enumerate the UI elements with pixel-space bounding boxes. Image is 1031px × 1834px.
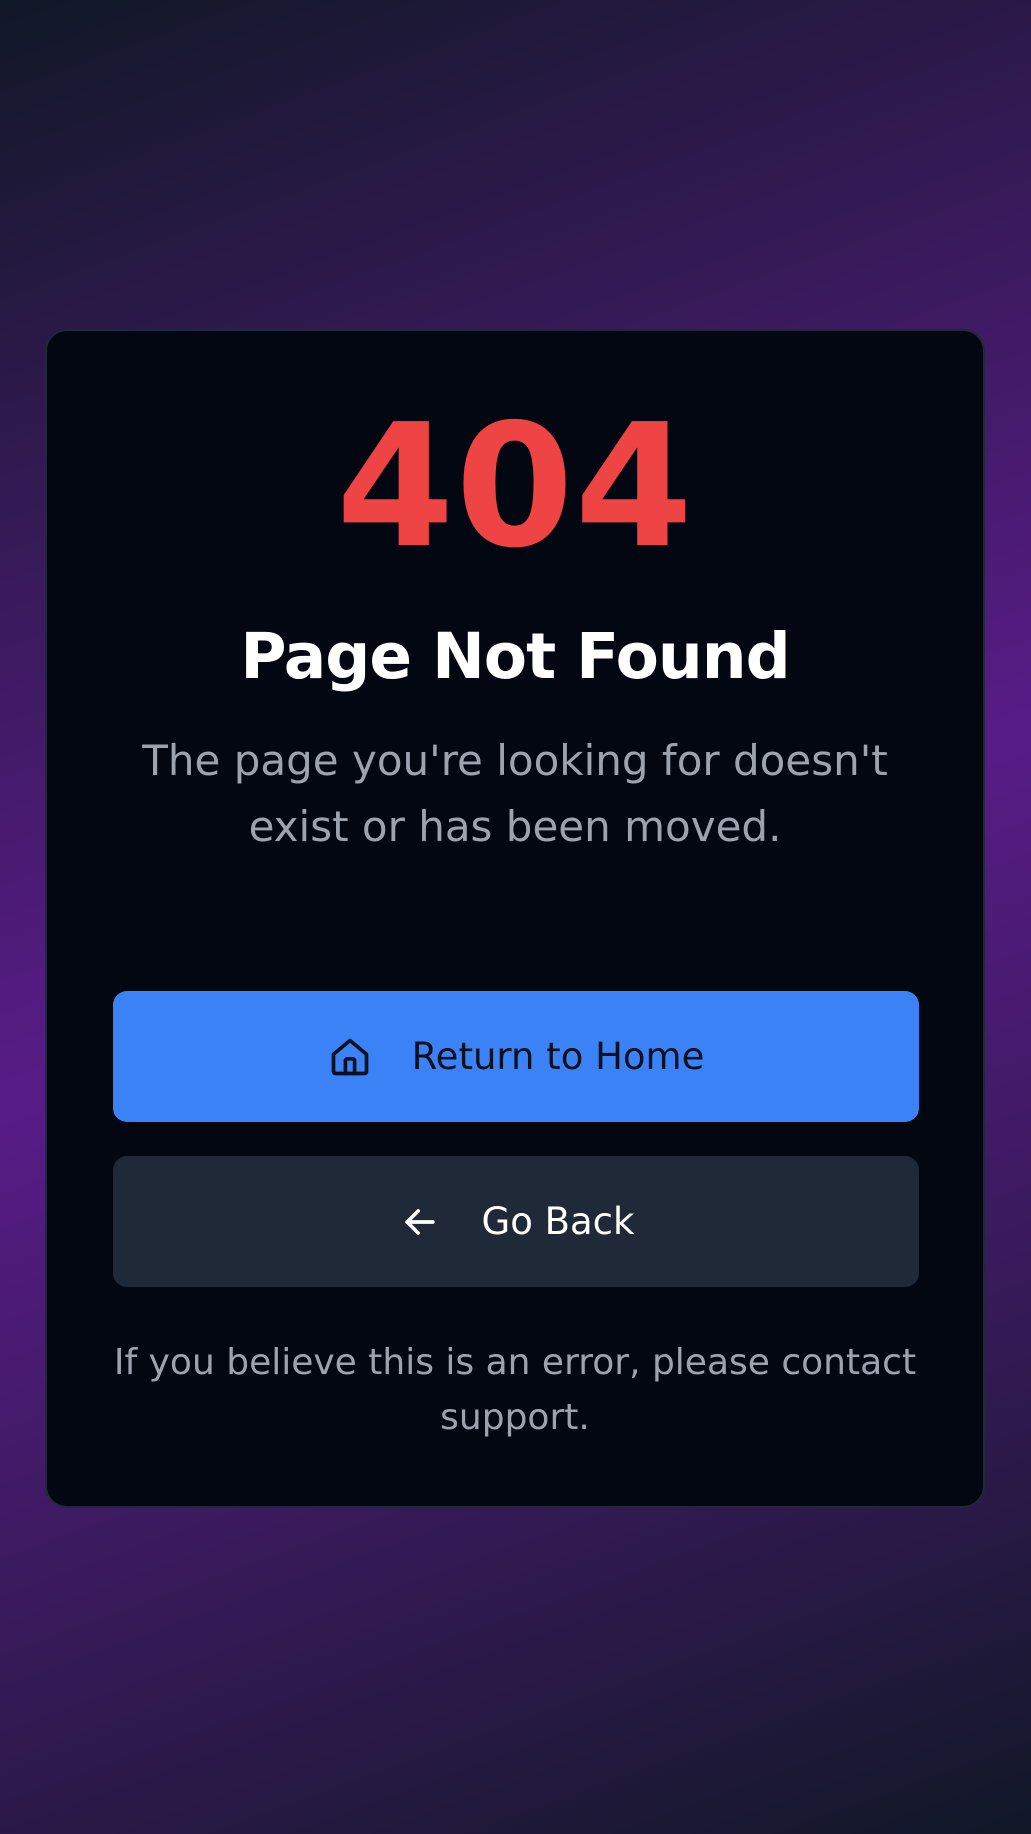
go-back-button[interactable]: Go Back xyxy=(113,1156,919,1287)
support-note: If you believe this is an error, please … xyxy=(113,1342,917,1438)
go-back-label: Go Back xyxy=(481,1200,635,1243)
error-description: The page you're looking for doesn't exis… xyxy=(142,736,888,851)
page-title: Page Not Found xyxy=(240,620,790,693)
home-icon xyxy=(328,1035,372,1079)
error-code: 404 xyxy=(336,388,694,586)
return-home-label: Return to Home xyxy=(411,1035,705,1078)
arrow-left-icon xyxy=(398,1200,442,1244)
return-home-button[interactable]: Return to Home xyxy=(113,991,919,1122)
error-card: 404 Page Not Found The page you're looki… xyxy=(45,329,985,1508)
